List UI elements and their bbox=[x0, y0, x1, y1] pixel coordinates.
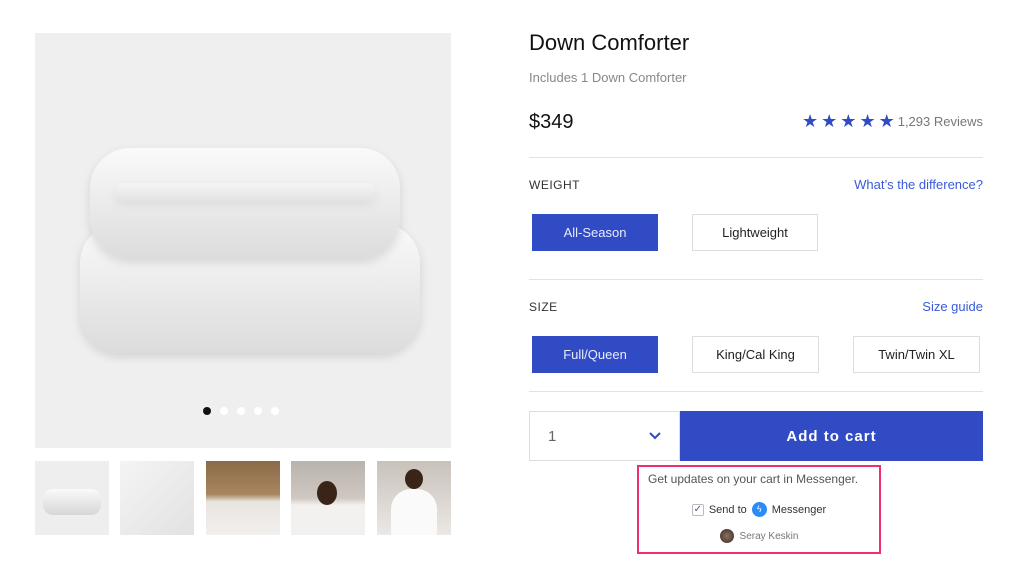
user-name[interactable]: Seray Keskin bbox=[740, 531, 799, 542]
product-price: $349 bbox=[529, 111, 574, 133]
star-icon: ★ bbox=[821, 111, 838, 131]
reviews-link[interactable]: 1,293 Reviews bbox=[898, 114, 983, 129]
divider bbox=[529, 157, 983, 158]
product-title: Down Comforter bbox=[529, 30, 690, 55]
add-to-cart-button[interactable]: Add to cart bbox=[680, 411, 983, 461]
carousel-dot[interactable] bbox=[237, 407, 245, 415]
weight-label: WEIGHT bbox=[529, 178, 580, 192]
carousel-dot[interactable] bbox=[203, 407, 211, 415]
carousel-dot[interactable] bbox=[220, 407, 228, 415]
divider bbox=[529, 391, 983, 392]
product-main-image[interactable] bbox=[35, 33, 451, 448]
weight-difference-link[interactable]: What’s the difference? bbox=[854, 177, 983, 192]
quantity-value: 1 bbox=[548, 427, 557, 445]
weight-option-all-season[interactable]: All-Season bbox=[532, 214, 658, 251]
thumbnail-bedroom[interactable] bbox=[206, 461, 280, 535]
product-subtitle: Includes 1 Down Comforter bbox=[529, 70, 687, 85]
size-option-king-cal-king[interactable]: King/Cal King bbox=[692, 336, 819, 373]
divider bbox=[529, 279, 983, 280]
size-label: SIZE bbox=[529, 300, 558, 314]
messenger-brand: Messenger bbox=[771, 503, 827, 516]
messenger-checkbox-plugin: Get updates on your cart in Messenger. ✓… bbox=[637, 465, 881, 554]
size-option-full-queen[interactable]: Full/Queen bbox=[532, 336, 658, 373]
size-option-twin-twin-xl[interactable]: Twin/Twin XL bbox=[853, 336, 980, 373]
weight-option-lightweight[interactable]: Lightweight bbox=[692, 214, 818, 251]
messenger-icon: ϟ bbox=[751, 502, 767, 517]
thumbnail-woman-wrapped[interactable] bbox=[377, 461, 451, 535]
thumbnail-comforter-folded[interactable] bbox=[35, 461, 109, 535]
size-guide-link[interactable]: Size guide bbox=[922, 299, 983, 314]
messenger-prompt: Get updates on your cart in Messenger. bbox=[648, 472, 859, 486]
star-icon: ★ bbox=[859, 111, 876, 131]
thumbnail-comforter-detail[interactable] bbox=[120, 461, 194, 535]
user-avatar bbox=[719, 529, 734, 543]
thumbnail-woman-in-bed[interactable] bbox=[291, 461, 365, 535]
star-icon: ★ bbox=[878, 111, 895, 131]
send-to-messenger-checkbox[interactable]: ✓ bbox=[691, 503, 704, 516]
star-icon: ★ bbox=[802, 111, 819, 131]
rating[interactable]: ★ ★ ★ ★ ★ 1,293 Reviews bbox=[802, 111, 983, 131]
send-to-label: Send to bbox=[708, 503, 747, 516]
carousel-dot[interactable] bbox=[271, 407, 279, 415]
carousel-dots bbox=[203, 407, 279, 415]
quantity-select[interactable]: 1 bbox=[529, 411, 680, 461]
chevron-down-icon bbox=[649, 432, 661, 440]
star-icon: ★ bbox=[840, 111, 857, 131]
carousel-dot[interactable] bbox=[254, 407, 262, 415]
